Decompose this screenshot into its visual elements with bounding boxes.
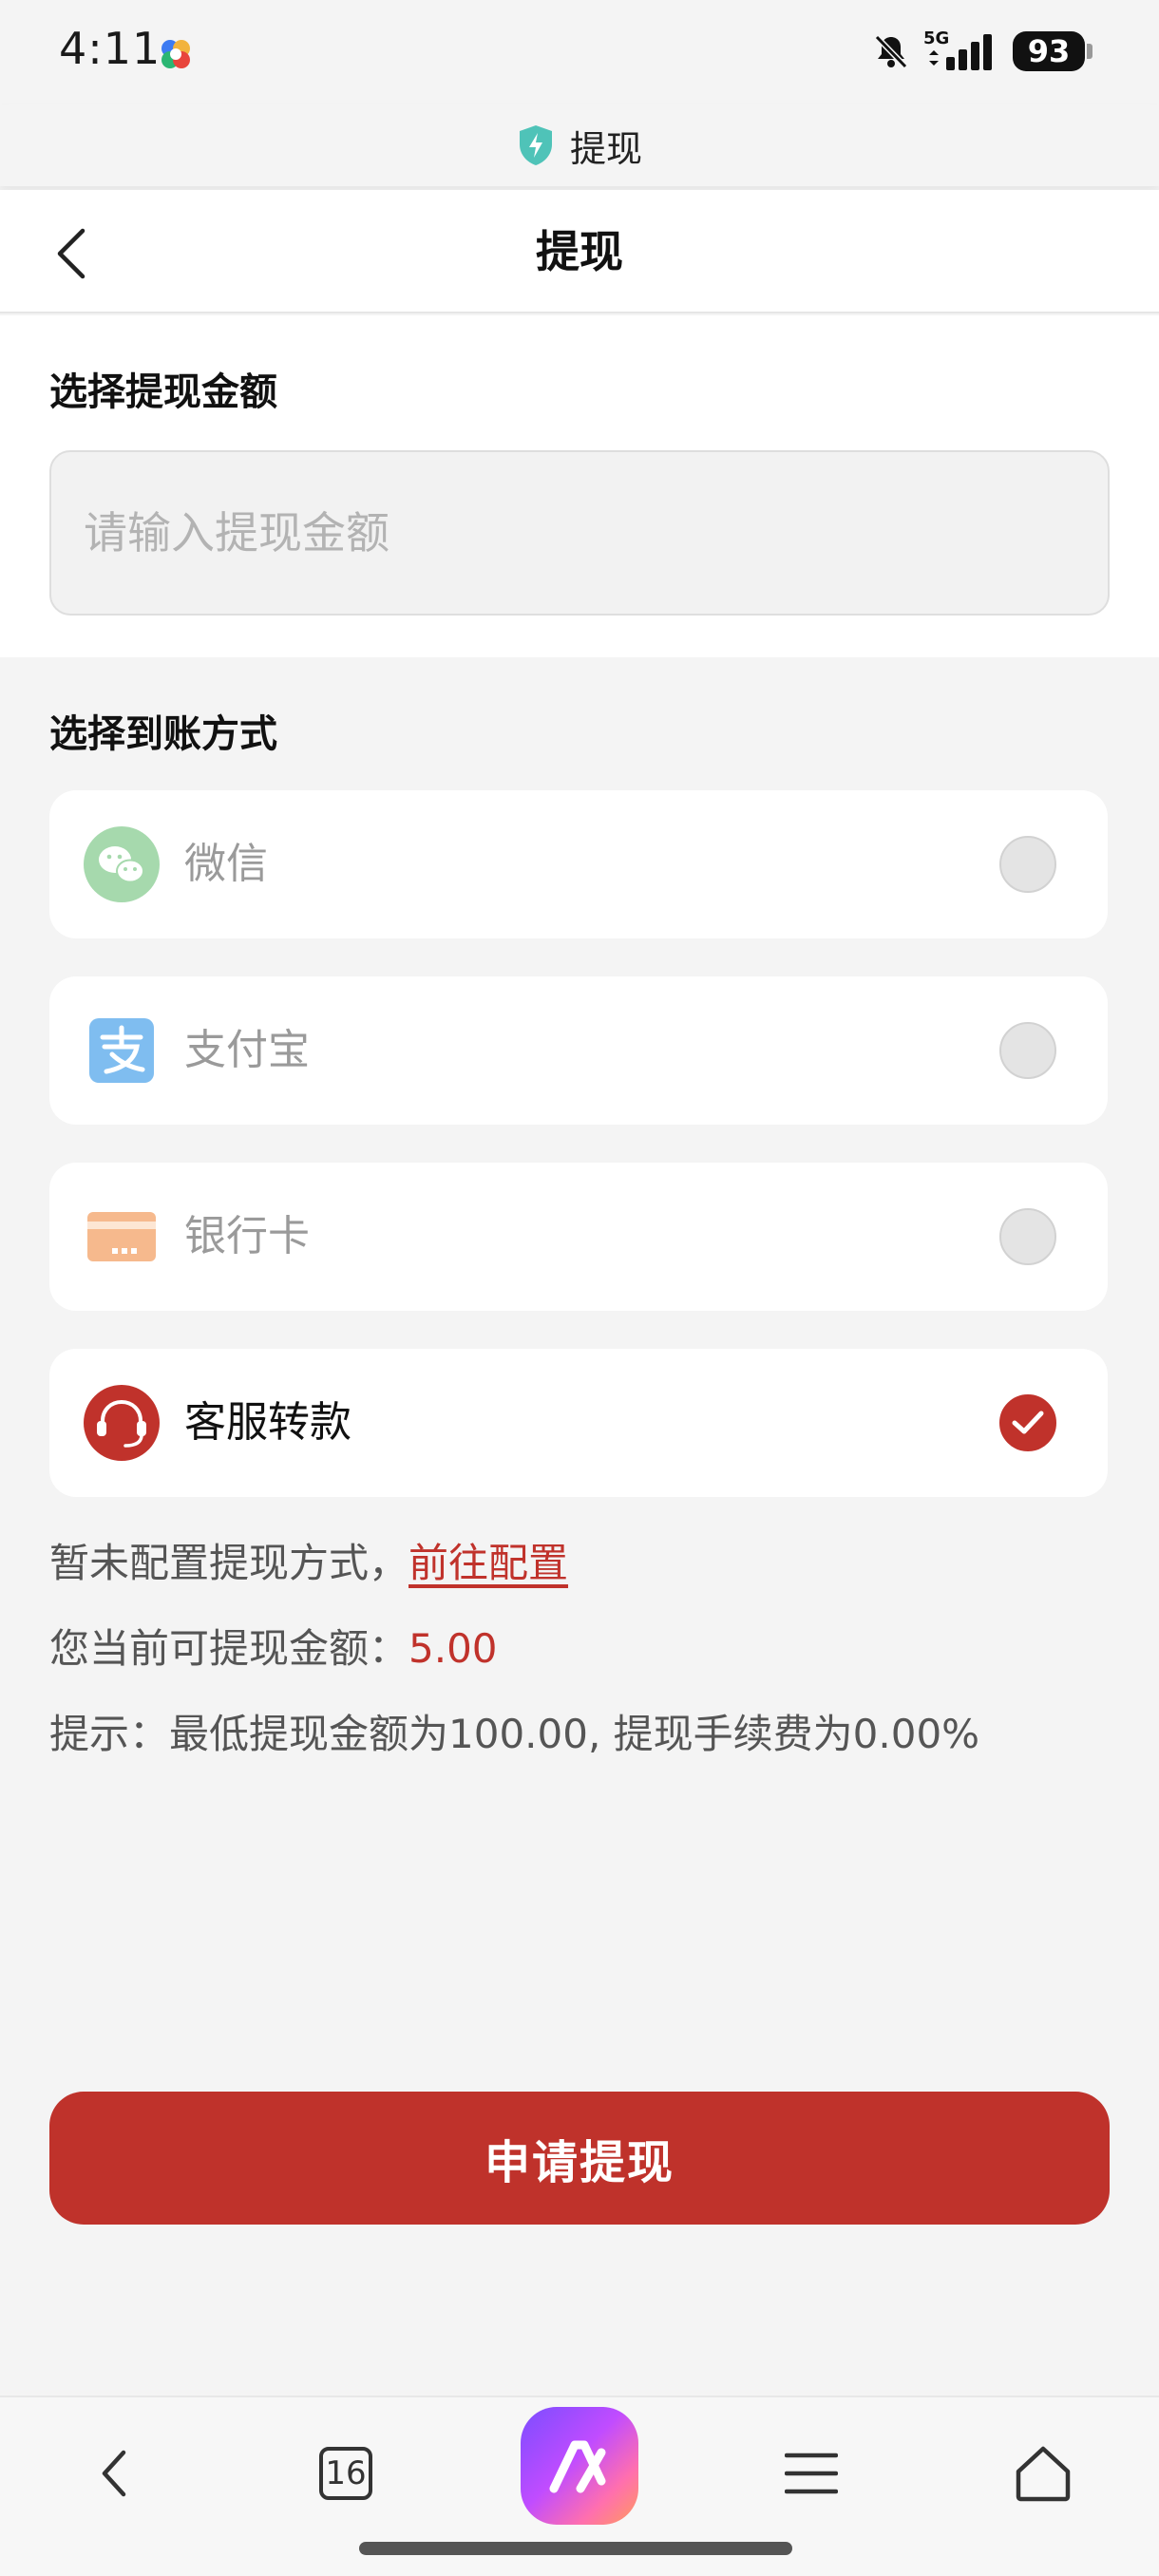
amount-section: 选择提现金额 [0,315,1159,657]
wechat-icon [84,826,160,902]
page-title: 提现 [536,226,623,277]
nav-bar: 提现 [0,190,1159,313]
radio-unchecked[interactable] [999,1208,1056,1265]
menu-button[interactable] [764,2426,859,2521]
method-option-customer-service[interactable]: 客服转款 [49,1349,1108,1497]
signal-strength-icon: 5G [923,28,999,72]
customer-service-icon [84,1385,160,1461]
balance-value: 5.00 [408,1625,498,1672]
radio-checked[interactable] [999,1394,1056,1451]
browser-back-button[interactable] [66,2426,162,2521]
method-label: 客服转款 [184,1398,352,1447]
method-label: 支付宝 [184,1026,310,1074]
shield-icon [519,125,552,165]
method-label: 微信 [184,840,268,888]
go-configure-link[interactable]: 前往配置 [408,1540,568,1586]
bell-muted-icon [874,34,908,69]
method-label: 银行卡 [184,1212,310,1260]
status-icons: 5G 93 [872,28,1092,74]
method-option-wechat[interactable]: 微信 [49,790,1108,938]
balance-label: 您当前可提现金额： [49,1625,409,1672]
web-page-title: 提现 [569,127,642,170]
browser-logo-button[interactable] [521,2407,638,2525]
home-icon [1016,2446,1071,2502]
radio-unchecked[interactable] [999,836,1056,893]
method-section-title: 选择到账方式 [49,712,277,756]
tabs-button[interactable]: 16 [298,2426,393,2521]
not-configured-text: 暂未配置提现方式， [49,1540,409,1586]
app-notification-icon [162,40,190,68]
bank-card-icon [87,1212,156,1261]
apply-withdraw-button[interactable]: 申请提现 [49,2092,1110,2225]
amount-section-title: 选择提现金额 [49,370,277,414]
battery-tip [1087,44,1092,59]
checkmark-icon [1012,1411,1044,1434]
web-title-bar: 提现 [0,104,1159,186]
home-indicator [359,2542,792,2555]
method-option-bank-card[interactable]: 银行卡 [49,1163,1108,1311]
not-configured-notice: 暂未配置提现方式，前往配置 [49,1531,568,1589]
balance-line: 您当前可提现金额：5.00 [49,1617,498,1675]
battery-indicator: 93 [1013,31,1085,71]
tab-count: 16 [319,2447,372,2500]
status-time: 4:11 [59,23,162,74]
radio-unchecked[interactable] [999,1022,1056,1079]
amount-input[interactable] [49,450,1110,616]
method-option-alipay[interactable]: 支付宝 [49,976,1108,1125]
app-logo-icon [549,2440,606,2493]
home-button[interactable] [996,2426,1091,2521]
chevron-left-icon [102,2450,126,2497]
hamburger-menu-icon [785,2453,838,2494]
status-bar: 4:11 5G 93 [0,0,1159,104]
withdraw-tip: 提示：最低提现金额为100.00, 提现手续费为0.00% [49,1711,980,1757]
withdraw-screen: 4:11 5G 93 提现 提现 选择提现金额 请输入提现金额 选择到账方式 微… [0,0,1159,2576]
alipay-icon [89,1018,154,1083]
